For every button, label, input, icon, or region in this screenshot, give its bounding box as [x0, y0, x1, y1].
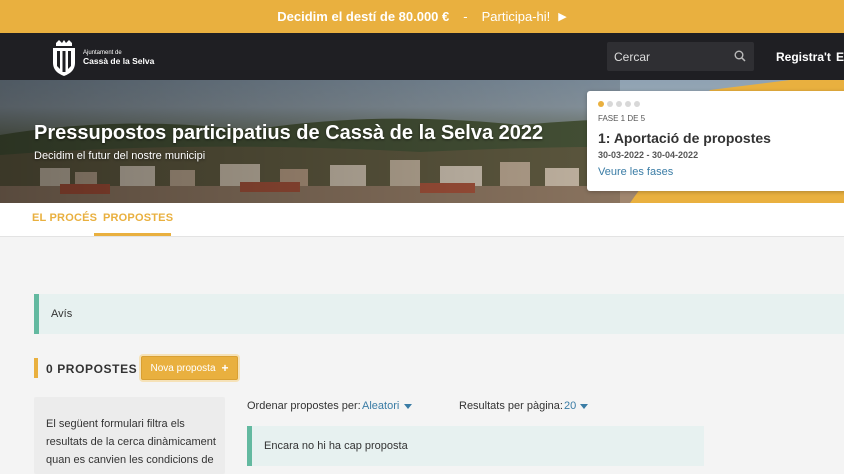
filter-sidebar: El següent formulari filtra els resultat…	[34, 397, 225, 474]
phase-dot	[634, 101, 640, 107]
section-accent-bar	[34, 358, 38, 378]
phase-dot	[598, 101, 604, 107]
caret-down-icon[interactable]	[580, 404, 588, 409]
notice-callout: Avís	[34, 294, 844, 334]
new-proposal-button[interactable]: Nova proposta +	[141, 356, 238, 380]
announcement-separator: -	[463, 9, 468, 24]
view-phases-link[interactable]: Veure les fases	[598, 166, 673, 178]
plus-icon: +	[221, 361, 229, 375]
search-icon[interactable]	[734, 50, 746, 62]
per-page-label: Resultats per pàgina:	[459, 400, 563, 412]
phase-dot	[616, 101, 622, 107]
phase-name: 1: Aportació de propostes	[598, 130, 771, 146]
page-subtitle: Decidim el futur del nostre municipi	[34, 150, 206, 162]
tab-propostes[interactable]: PROPOSTES	[103, 212, 173, 224]
active-tab-indicator	[94, 233, 171, 236]
tab-el-proces[interactable]: EL PROCÉS	[32, 212, 97, 224]
process-tabs: EL PROCÉS PROPOSTES	[0, 203, 844, 237]
site-logo[interactable]: Ajuntament de Cassà de la Selva	[47, 38, 159, 78]
order-dropdown[interactable]: Aleatori	[362, 400, 399, 412]
announcement-bar[interactable]: Decidim el destí de 80.000 € - Participa…	[0, 0, 844, 33]
phase-progress-dots	[598, 101, 640, 107]
proposals-count-title: 0 PROPOSTES	[46, 362, 138, 376]
phase-dot	[625, 101, 631, 107]
logo-text: Ajuntament de Cassà de la Selva	[83, 50, 154, 65]
search-box[interactable]	[607, 42, 754, 71]
page-title: Pressupostos participatius de Cassà de l…	[34, 122, 544, 144]
logo-line2: Cassà de la Selva	[83, 55, 155, 66]
play-icon: ▶	[558, 11, 567, 23]
order-label: Ordenar propostes per:	[247, 400, 361, 412]
enter-link[interactable]: E	[836, 50, 844, 64]
announcement-text: Decidim el destí de 80.000 €	[277, 9, 450, 24]
new-proposal-label: Nova proposta	[150, 362, 216, 374]
phase-card: FASE 1 DE 5 1: Aportació de propostes 30…	[587, 91, 844, 191]
search-input[interactable]	[607, 49, 727, 64]
coat-of-arms-icon	[53, 40, 75, 76]
per-page-dropdown[interactable]: 20	[564, 400, 576, 412]
empty-state-text: Encara no hi ha cap proposta	[264, 440, 408, 452]
top-navbar: Ajuntament de Cassà de la Selva Registra…	[0, 33, 844, 80]
register-link[interactable]: Registra't	[776, 50, 831, 64]
notice-text: Avís	[51, 308, 73, 320]
phase-dates: 30-03-2022 - 30-04-2022	[598, 150, 699, 160]
phase-step-label: FASE 1 DE 5	[598, 114, 646, 123]
filter-description: El següent formulari filtra els resultat…	[46, 418, 216, 466]
empty-state-callout: Encara no hi ha cap proposta	[247, 426, 704, 466]
announcement-cta-link[interactable]: Participa-hi!	[482, 9, 551, 24]
caret-down-icon[interactable]	[404, 404, 412, 409]
phase-dot	[607, 101, 613, 107]
